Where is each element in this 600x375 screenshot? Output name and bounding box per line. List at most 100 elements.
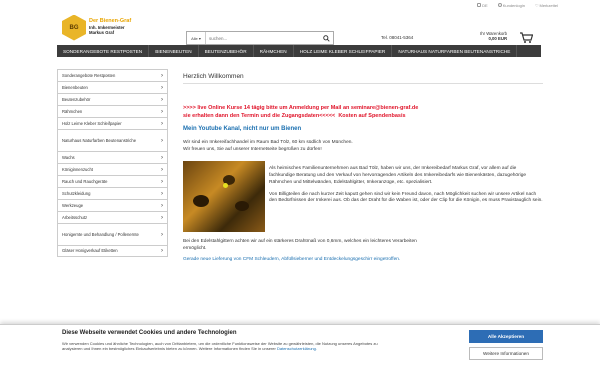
chevron-right-icon: › (161, 72, 163, 79)
sidebar-item[interactable]: Sonderangebote Restposten › (57, 69, 168, 81)
bee-shape (193, 195, 209, 208)
paragraph-grids: Bei den Edelstahlgittern achten wir auf … (183, 239, 417, 252)
sidebar-item[interactable]: Naturhaus Naturfarben Beutenanstriche › (57, 129, 168, 151)
chevron-right-icon: › (161, 214, 163, 221)
search-bar: Alle ▾ (186, 31, 334, 45)
sidebar-item-label: Schutzkleidung (62, 190, 91, 196)
cookie-text: Wir verwenden Cookies und ähnliche Techn… (62, 341, 392, 351)
accept-all-button[interactable]: Alle Akzeptieren (469, 330, 543, 343)
sidebar-item[interactable]: Gläser Honigverkauf Etiketten › (57, 245, 168, 257)
queen-marker (223, 183, 228, 189)
sidebar-item[interactable]: Bienenbeuten › (57, 81, 168, 93)
privacy-policy-link[interactable]: Datenschutzerklärung. (277, 346, 317, 351)
main-content: Herzlich Willkommen >>>> live Online Kur… (183, 73, 543, 264)
chevron-right-icon: › (161, 154, 163, 161)
flag-icon (477, 3, 482, 7)
youtube-link[interactable]: Mein Youtube Kanal, nicht nur um Bienen (183, 126, 543, 132)
new-delivery-link[interactable]: Gerade neue Lieferung von CFM Schleudern… (183, 257, 543, 264)
heart-icon: ♡ (534, 2, 539, 8)
user-icon (497, 3, 502, 7)
language-label: DE (482, 2, 488, 8)
search-category-label: Alle (191, 35, 198, 41)
logo[interactable]: BG Der Bienen-Graf Inh. Imkermeister Mar… (62, 12, 142, 43)
chevron-right-icon: › (161, 84, 163, 91)
sidebar-item-label: Königinnenzucht (62, 166, 93, 172)
wishlist-link[interactable]: ♡ Merkzettel (535, 3, 558, 8)
chevron-right-icon: › (161, 231, 163, 238)
sidebar-item-label: Holz Leime Kleber Schleifpapier (62, 120, 122, 126)
logo-line3: Markus Graf (89, 30, 115, 36)
sidebar-item[interactable]: Holz Leime Kleber Schleifpapier › (57, 117, 168, 129)
search-button[interactable] (319, 32, 333, 44)
sidebar-item[interactable]: Honigernte und Behandlung / Pollenernte › (57, 223, 168, 245)
chevron-right-icon: › (161, 166, 163, 173)
top-utility-bar: DE Kundenlogin ♡ Merkzettel (0, 0, 600, 10)
logo-line1: Der Bienen-Graf (89, 18, 132, 25)
chevron-right-icon: › (161, 202, 163, 209)
more-info-button[interactable]: Weitere Informationen (469, 347, 543, 360)
chevron-right-icon: › (161, 120, 163, 127)
sidebar-item[interactable]: Rähmchen › (57, 105, 168, 117)
page-title: Herzlich Willkommen (183, 73, 543, 84)
chevron-right-icon: › (161, 108, 163, 115)
intro-line2: Wir freuen uns, Sie auf unserer Internet… (183, 146, 322, 152)
course-notice-line2: sie erhalten dann den Termin und die Zug… (183, 112, 543, 120)
search-input[interactable] (206, 32, 319, 44)
sidebar-item[interactable]: Beutenzubehör › (57, 93, 168, 105)
nav-item[interactable]: BIENENBEUTEN (149, 45, 199, 57)
sidebar-item-label: Gläser Honigverkauf Etiketten (62, 248, 118, 254)
cart-amount: 0,00 EUR (488, 36, 508, 41)
search-icon (322, 34, 330, 42)
nav-item[interactable]: RÄHMCHEN (254, 45, 294, 57)
logo-text: Der Bienen-Graf Inh. Imkermeister Markus… (89, 19, 131, 36)
course-notice-text: sie erhalten dann den Termin und die Zug… (183, 113, 336, 119)
sidebar-item-label: Werkzeuge (62, 202, 84, 208)
sidebar-item-label: Bienenbeuten (62, 84, 88, 90)
logo-badge: BG (69, 24, 79, 31)
nav-item[interactable]: BEUTENZUBEHÖR (199, 45, 254, 57)
cookie-body: Wir verwenden Cookies und ähnliche Techn… (62, 341, 378, 352)
sidebar-item-label: Naturhaus Naturfarben Beutenanstriche (62, 137, 137, 143)
sidebar-item-label: Wachs (62, 154, 75, 160)
nav-item[interactable]: SONDERANGEBOTE RESTPOSTEN (57, 45, 150, 57)
feature-block: Als heimisches Familienunternehmen aus B… (183, 161, 543, 233)
login-label: Kundenlogin (502, 2, 525, 8)
sidebar-item[interactable]: Königinnenzucht › (57, 163, 168, 175)
wishlist-label: Merkzettel (539, 2, 558, 8)
sidebar-item-label: Sonderangebote Restposten (62, 72, 116, 78)
language-selector[interactable]: DE (477, 3, 488, 8)
chevron-right-icon: › (161, 96, 163, 103)
header: BG Der Bienen-Graf Inh. Imkermeister Mar… (0, 10, 600, 45)
bees-image (183, 161, 265, 233)
logo-hexagon: BG (62, 14, 86, 41)
cookie-banner: Diese Webseite verwendet Cookies und and… (0, 324, 600, 375)
nav-item[interactable]: HOLZ LEIME KLEBER SCHLEIFPAPIER (294, 45, 393, 57)
course-notice-cost: Kosten auf Spendenbasis (338, 113, 406, 119)
sidebar-item[interactable]: Wachs › (57, 151, 168, 163)
sidebar-item-label: Honigernte und Behandlung / Pollenernte (62, 231, 139, 237)
nav-item[interactable]: NATURHAUS NATURFARBEN BEUTENANSTRICHE (392, 45, 518, 57)
main-navigation: SONDERANGEBOTE RESTPOSTEN BIENENBEUTEN BEU… (57, 45, 541, 57)
sidebar-item-label: Beutenzubehör (62, 96, 91, 102)
sidebar-item[interactable]: Arbeitsschutz › (57, 211, 168, 223)
chevron-right-icon: › (161, 248, 163, 254)
sidebar-item-label: Rähmchen (62, 108, 83, 114)
sidebar-item-label: Arbeitsschutz (62, 214, 88, 220)
course-notice-line1: >>>> live Online Kurse 14 tägig bitte um… (183, 105, 419, 111)
chevron-right-icon: › (161, 178, 163, 185)
search-category-select[interactable]: Alle ▾ (187, 32, 206, 44)
login-link[interactable]: Kundenlogin (497, 2, 525, 8)
sidebar-item[interactable]: Schutzkleidung › (57, 187, 168, 199)
cookie-title: Diese Webseite verwendet Cookies und and… (62, 330, 237, 336)
sidebar-item[interactable]: Werkzeuge › (57, 199, 168, 211)
bee-shape (235, 201, 249, 212)
intro-line1: Wir sind ein Imkereifachhandel im Raum B… (183, 140, 353, 145)
sidebar-item[interactable]: Rauch und Rauchgeräte › (57, 175, 168, 187)
cart-icon[interactable] (519, 31, 533, 44)
cart-link[interactable]: Ihr Warenkorb 0,00 EUR (480, 31, 507, 41)
chevron-right-icon: › (161, 190, 163, 197)
phone-number: Tel. 08041-5364 (381, 35, 414, 40)
sidebar-item-label: Rauch und Rauchgeräte (62, 178, 108, 184)
chevron-right-icon: › (161, 137, 163, 144)
category-sidebar: Sonderangebote Restposten › Bienenbeuten › B… (57, 69, 168, 257)
